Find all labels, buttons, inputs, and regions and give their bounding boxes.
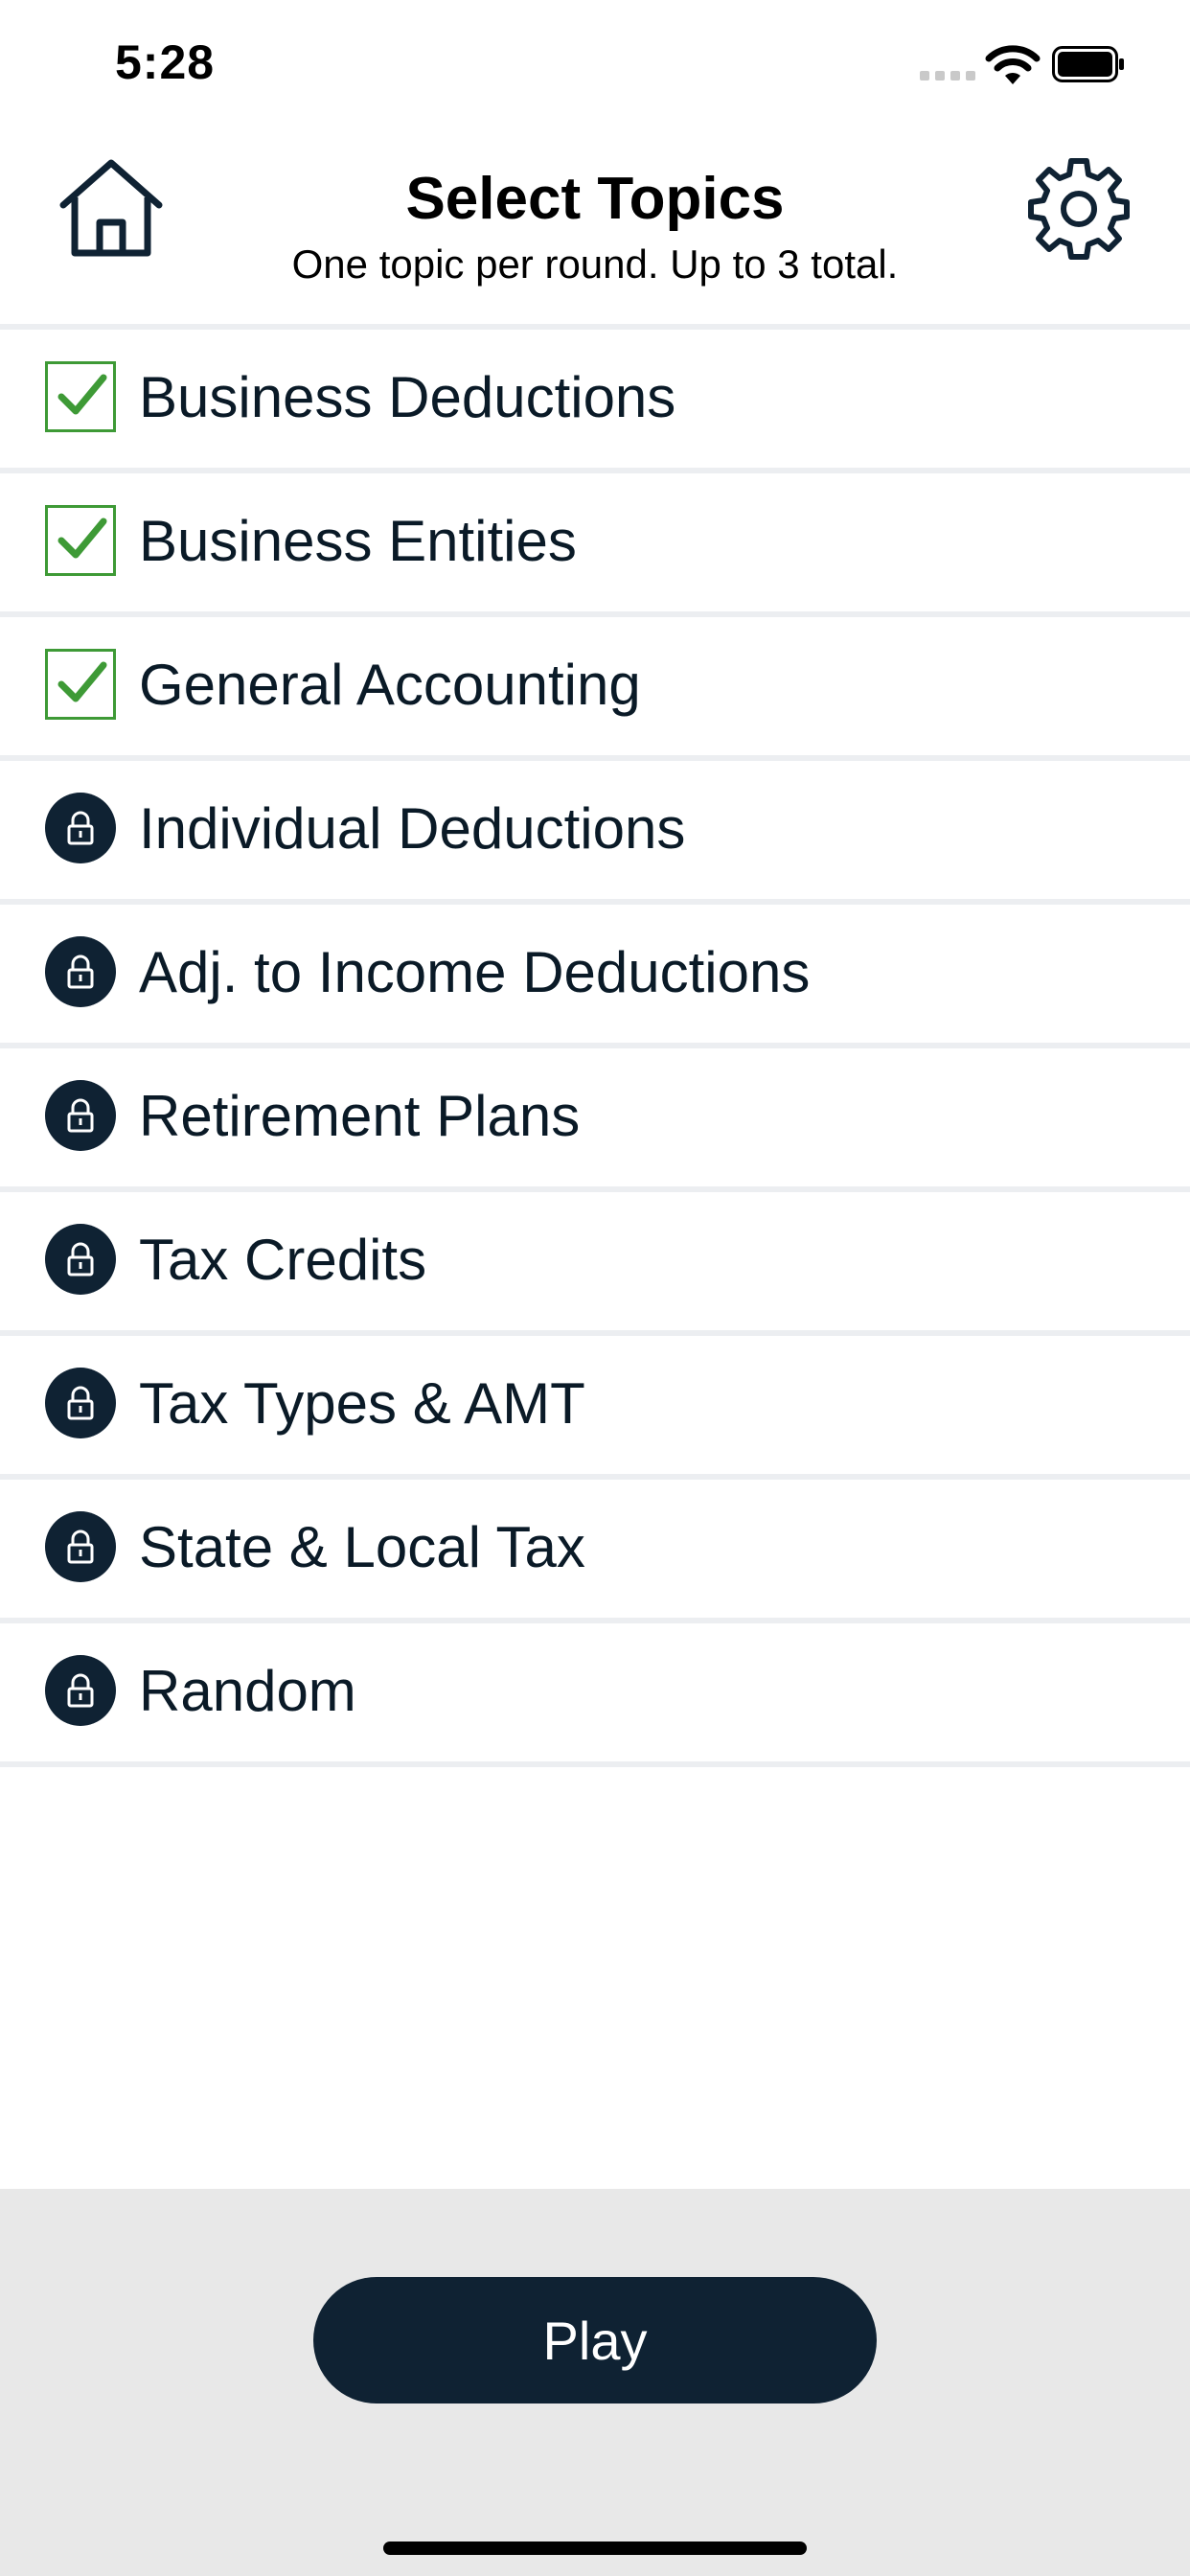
battery-icon xyxy=(1052,46,1124,82)
gear-icon xyxy=(1028,158,1130,260)
page-title: Select Topics xyxy=(405,166,785,232)
lock-icon xyxy=(45,1511,116,1582)
home-indicator xyxy=(383,2542,807,2555)
topic-label: Tax Credits xyxy=(139,1228,427,1292)
topic-row[interactable]: Business Entities xyxy=(0,468,1190,611)
lock-icon xyxy=(45,1224,116,1295)
lock-icon xyxy=(45,1368,116,1438)
topic-label: Adj. to Income Deductions xyxy=(139,940,811,1004)
lock-icon xyxy=(45,1655,116,1726)
settings-button[interactable] xyxy=(1023,153,1134,264)
lock-icon xyxy=(45,936,116,1007)
topic-label: Retirement Plans xyxy=(139,1084,581,1148)
topic-row[interactable]: General Accounting xyxy=(0,611,1190,755)
topic-row[interactable]: Random xyxy=(0,1618,1190,1767)
topic-label: State & Local Tax xyxy=(139,1515,585,1579)
topic-label: Business Entities xyxy=(139,509,577,573)
topic-label: Business Deductions xyxy=(139,365,676,429)
page-subtitle: One topic per round. Up to 3 total. xyxy=(291,242,899,287)
lock-icon xyxy=(45,1080,116,1151)
status-bar: 5:28 xyxy=(0,0,1190,126)
wifi-icon xyxy=(985,45,1041,84)
checkbox-checked-icon[interactable] xyxy=(45,361,116,432)
topic-row[interactable]: State & Local Tax xyxy=(0,1474,1190,1618)
footer: Play xyxy=(0,2189,1190,2576)
checkbox-checked-icon[interactable] xyxy=(45,649,116,720)
topic-label: Tax Types & AMT xyxy=(139,1371,585,1436)
topic-row[interactable]: Tax Credits xyxy=(0,1186,1190,1330)
topic-row[interactable]: Adj. to Income Deductions xyxy=(0,899,1190,1043)
play-button[interactable]: Play xyxy=(313,2277,877,2404)
status-time: 5:28 xyxy=(115,35,216,89)
header: Select Topics One topic per round. Up to… xyxy=(0,126,1190,326)
cellular-signal-icon xyxy=(920,71,975,80)
topic-row[interactable]: Tax Types & AMT xyxy=(0,1330,1190,1474)
checkbox-checked-icon[interactable] xyxy=(45,505,116,576)
lock-icon xyxy=(45,793,116,863)
topic-row[interactable]: Business Deductions xyxy=(0,324,1190,468)
topic-label: General Accounting xyxy=(139,653,641,717)
topic-label: Random xyxy=(139,1659,356,1723)
topic-row[interactable]: Retirement Plans xyxy=(0,1043,1190,1186)
topic-label: Individual Deductions xyxy=(139,796,686,861)
topic-row[interactable]: Individual Deductions xyxy=(0,755,1190,899)
topic-list: Business Deductions Business Entities Gene… xyxy=(0,324,1190,1767)
